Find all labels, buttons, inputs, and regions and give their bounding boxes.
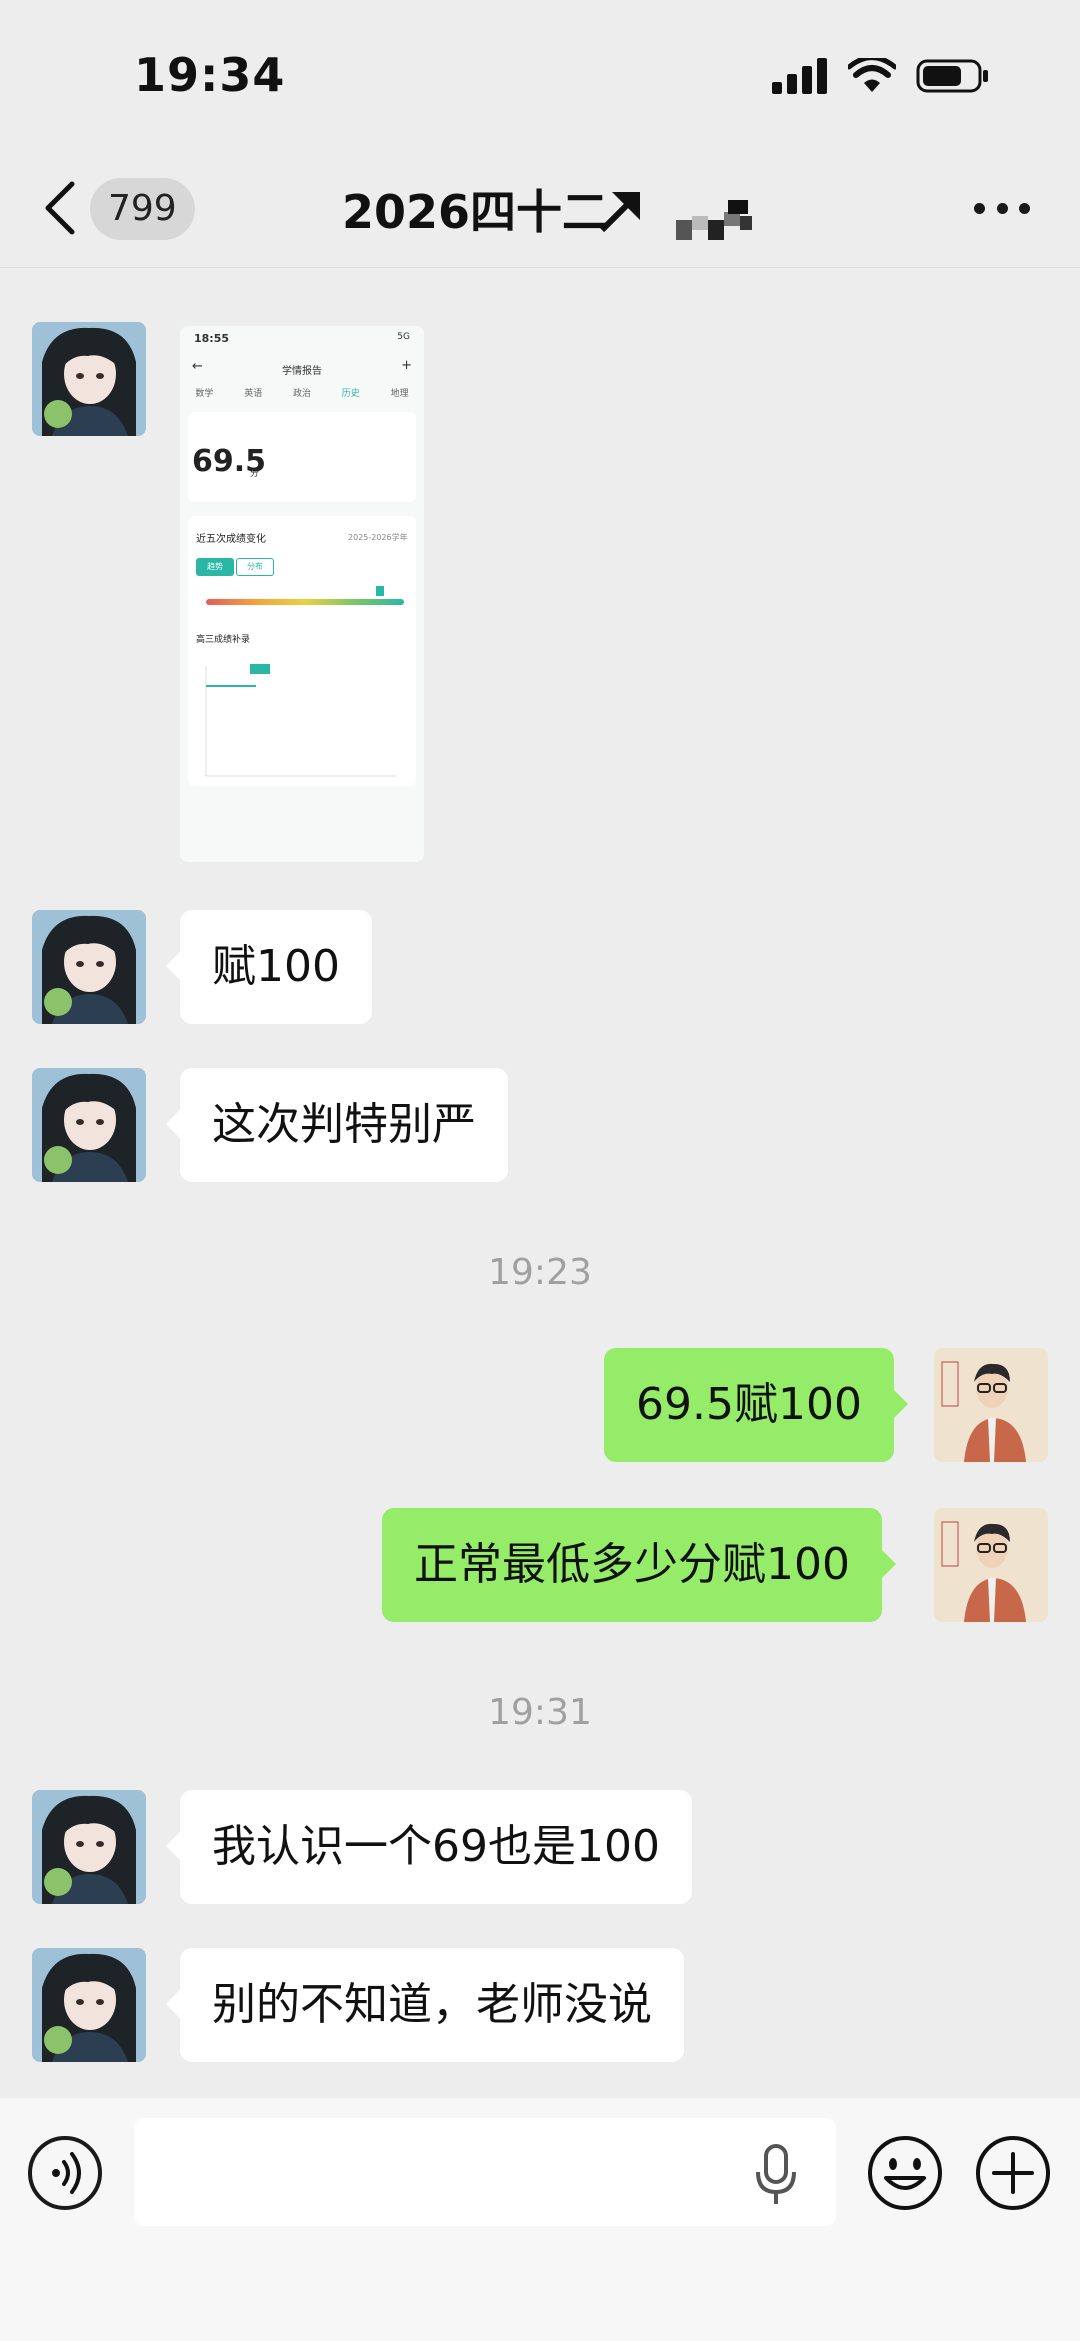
contact-avatar[interactable] — [32, 1948, 146, 2062]
smiley-icon[interactable] — [866, 2134, 944, 2212]
shot-status-network: 5G — [397, 332, 410, 342]
timestamp-divider: 19:31 — [488, 1692, 592, 1733]
message-text-input[interactable] — [134, 2118, 836, 2226]
shot-mini-chart — [205, 664, 396, 777]
status-bar: 19:34 — [0, 0, 1080, 150]
message-bubble-incoming[interactable]: 这次判特别严 — [166, 1068, 508, 1182]
message-bubble-outgoing[interactable]: 69.5赋100 — [604, 1348, 908, 1462]
shot-score-unit: 分 — [250, 469, 260, 479]
wifi-icon — [848, 58, 896, 92]
status-icons — [772, 58, 990, 94]
chevron-left-icon[interactable] — [40, 180, 80, 236]
shot-tab: 数学 — [195, 389, 214, 399]
shot-plus-icon: + — [401, 358, 412, 373]
message-bubble-outgoing[interactable]: 正常最低多少分赋100 — [382, 1508, 896, 1622]
unread-count-badge[interactable]: 799 — [90, 178, 195, 240]
shot-toggle-off: 分布 — [236, 558, 274, 576]
shot-subject-tabs: 数学 英语 政治 历史 地理 — [180, 386, 424, 399]
message-bubble-incoming[interactable]: 赋100 — [166, 910, 372, 1024]
shot-title: 学情报告 — [282, 366, 322, 377]
arrow-up-right-icon — [599, 192, 640, 233]
shot-toggle-on: 趋势 — [196, 558, 234, 576]
shared-screenshot-image[interactable]: 18:55 5G ← 学情报告 + 数学 英语 政治 历史 地理 69.5 分 … — [180, 326, 424, 862]
timestamp-divider: 19:23 — [488, 1252, 592, 1293]
contact-avatar[interactable] — [32, 910, 146, 1024]
contact-avatar[interactable] — [32, 1790, 146, 1904]
shot-term-select: 2025-2026学年 — [348, 533, 408, 542]
contact-avatar[interactable] — [32, 1068, 146, 1182]
microphone-icon[interactable] — [754, 2144, 798, 2206]
self-avatar[interactable] — [934, 1348, 1048, 1462]
message-bubble-incoming[interactable]: 我认识一个69也是100 — [166, 1790, 692, 1904]
shot-tab: 政治 — [292, 389, 311, 399]
more-options-button[interactable] — [974, 200, 1030, 216]
self-avatar[interactable] — [934, 1508, 1048, 1622]
plus-circle-icon[interactable] — [974, 2134, 1052, 2212]
message-input-bar — [0, 2098, 1080, 2341]
shot-trend-title: 近五次成绩变化 — [196, 534, 266, 545]
message-bubble-incoming[interactable]: 别的不知道，老师没说 — [166, 1948, 684, 2062]
shot-flag-icon — [376, 586, 384, 596]
shot-tab-active: 历史 — [341, 389, 360, 399]
ellipsis-icon — [974, 202, 985, 214]
shot-detail-title: 高三成绩补录 — [196, 635, 251, 645]
status-time: 19:34 — [134, 48, 286, 102]
battery-icon — [916, 59, 988, 93]
chat-title[interactable]: 2026四十二 — [342, 176, 608, 242]
contact-avatar[interactable] — [32, 322, 146, 436]
voice-toggle-button[interactable] — [28, 2136, 102, 2210]
voice-wave-icon — [52, 2152, 81, 2194]
signal-icon — [772, 58, 827, 94]
shot-gradient-bar — [206, 599, 404, 605]
shot-tab: 英语 — [244, 389, 263, 399]
chat-header: 799 2026四十二 — [0, 150, 1080, 268]
shot-status-time: 18:55 — [194, 332, 230, 345]
shot-tab: 地理 — [390, 389, 409, 399]
mosaic-redaction-icon — [676, 200, 752, 240]
